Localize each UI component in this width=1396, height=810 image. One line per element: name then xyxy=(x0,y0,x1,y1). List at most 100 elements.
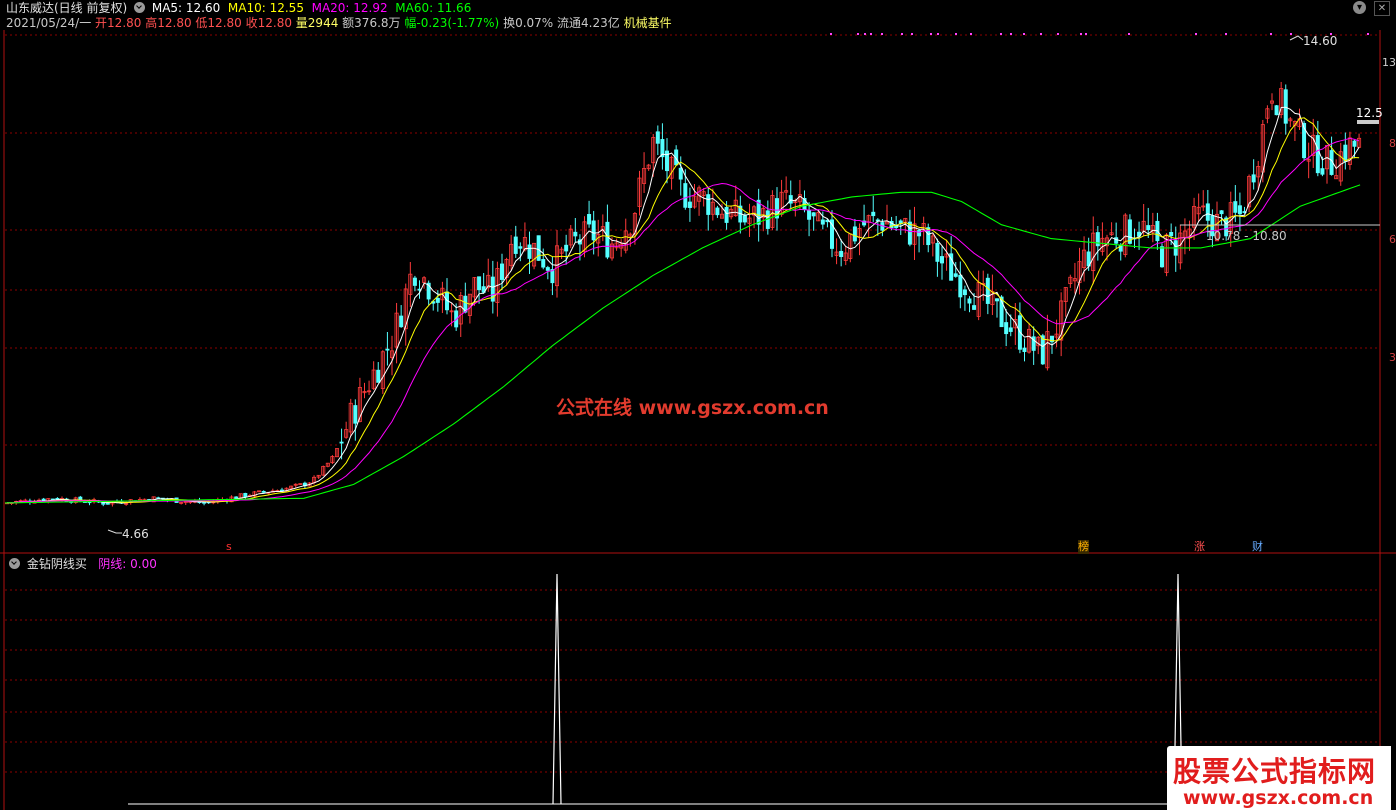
candle-body xyxy=(339,441,344,444)
candle-body xyxy=(852,226,857,242)
price-marker xyxy=(1357,120,1379,124)
sector-label: 机械基件 xyxy=(623,16,672,30)
candle-body xyxy=(953,273,958,277)
candle-body xyxy=(477,276,482,291)
candle-body xyxy=(1343,144,1348,162)
signal-dot xyxy=(1195,33,1197,35)
candle-body xyxy=(1233,201,1238,213)
candle-body xyxy=(907,221,912,245)
candle-body xyxy=(1205,203,1210,221)
axis-label-2: 6 xyxy=(1389,233,1396,246)
candle-body xyxy=(1237,205,1242,215)
signal-dot xyxy=(870,33,872,35)
indicator-header: 金钻阴线买 阴线: 0.00 xyxy=(6,557,157,571)
candle-body xyxy=(499,263,504,280)
ma5-label: MA5: 12.60 xyxy=(151,1,221,15)
candle-body xyxy=(972,305,977,310)
settings-icon[interactable]: ▾ xyxy=(1353,1,1366,14)
signal-dot xyxy=(1000,33,1002,35)
candle-body xyxy=(1274,105,1279,116)
candle-body xyxy=(518,246,523,249)
candle-body xyxy=(1114,237,1119,244)
signal-dot xyxy=(1080,33,1082,35)
candle-body xyxy=(513,236,518,254)
tag-s[interactable]: s xyxy=(226,540,232,554)
candle-body xyxy=(985,277,990,304)
indicator-value: 阴线: 0.00 xyxy=(98,557,157,571)
high-label: 高12.80 xyxy=(145,16,192,30)
high-annotation: 14.60 xyxy=(1303,34,1338,48)
float-label: 流通4.23亿 xyxy=(557,16,620,30)
turnover-label: 换0.07% xyxy=(503,16,554,30)
signal-dot xyxy=(1290,33,1292,35)
signal-dot xyxy=(930,33,932,35)
header-line-2: 2021/05/24/一 开12.80 高12.80 低12.80 收12.80… xyxy=(6,16,672,30)
candle-body xyxy=(742,215,747,223)
signal-dot xyxy=(1040,33,1042,35)
candle-body xyxy=(1219,210,1224,215)
candle-body xyxy=(234,496,239,499)
candle-body xyxy=(724,206,729,223)
candle-body xyxy=(820,219,825,225)
signal-dot xyxy=(1010,33,1012,35)
signal-dot xyxy=(937,33,939,35)
stock-title: 山东威达(日线 前复权) xyxy=(6,1,128,15)
close-icon[interactable]: ✕ xyxy=(1374,1,1390,16)
candle-body xyxy=(605,221,610,258)
candle-body xyxy=(1352,140,1357,147)
candle-body xyxy=(683,183,688,208)
ma60-label: MA60: 11.66 xyxy=(395,1,472,15)
ma10-label: MA10: 12.55 xyxy=(227,1,304,15)
candle-body xyxy=(587,214,592,225)
axis-label-top: 13 xyxy=(1382,56,1396,69)
signal-dot xyxy=(830,33,832,35)
axis-label-3: 3 xyxy=(1389,351,1396,364)
change-label: 幅-0.23(-1.77%) xyxy=(404,16,500,30)
tag-cai[interactable]: 财 xyxy=(1252,540,1263,554)
candle-body xyxy=(939,256,944,264)
candle-body xyxy=(1146,225,1151,231)
high-arrow xyxy=(1289,35,1304,41)
candle-body xyxy=(412,277,417,286)
tag-zhang[interactable]: 涨 xyxy=(1194,540,1205,554)
candle-body xyxy=(435,297,440,303)
candle-body xyxy=(399,315,404,328)
signal-dot xyxy=(1225,33,1227,35)
close-label: 收12.80 xyxy=(245,16,292,30)
volume-label: 量2944 xyxy=(295,16,339,30)
candle-body xyxy=(1008,327,1013,332)
signal-dot xyxy=(1270,33,1272,35)
low-arrow xyxy=(107,529,122,534)
signal-dot xyxy=(1023,33,1025,35)
tag-bang[interactable]: 榜 xyxy=(1078,540,1089,554)
low-label: 低12.80 xyxy=(195,16,242,30)
signal-dot xyxy=(1057,33,1059,35)
signal-dot xyxy=(970,33,972,35)
candle-body xyxy=(105,502,110,505)
indicator-name: 金钻阴线买 xyxy=(26,557,87,571)
range-annotation: 10.78 - 10.80 xyxy=(1206,229,1287,243)
candle-body xyxy=(261,490,266,493)
candle-body xyxy=(1159,246,1164,268)
candle-body xyxy=(243,492,248,498)
signal-dot xyxy=(911,33,913,35)
candle-body xyxy=(687,201,692,208)
ma20-label: MA20: 12.92 xyxy=(311,1,388,15)
signal-dot xyxy=(1128,33,1130,35)
candle-body xyxy=(541,259,546,268)
candle-body xyxy=(1022,347,1027,352)
candle-body xyxy=(655,131,660,144)
candle-body xyxy=(1251,174,1256,183)
indicator-dropdown-icon[interactable] xyxy=(9,558,20,569)
signal-dot xyxy=(881,33,883,35)
candle-body xyxy=(706,194,711,215)
watermark: 公式在线 www.gszx.com.cn xyxy=(556,397,829,419)
dropdown-icon[interactable] xyxy=(134,2,146,13)
candle-body xyxy=(715,207,720,216)
candle-body xyxy=(962,289,967,296)
candle-body xyxy=(385,348,390,351)
candle-body xyxy=(353,405,358,424)
candle-body xyxy=(839,250,844,258)
candle-body xyxy=(527,244,532,259)
logo-line-2: www.gszx.com.cn xyxy=(1183,787,1374,809)
